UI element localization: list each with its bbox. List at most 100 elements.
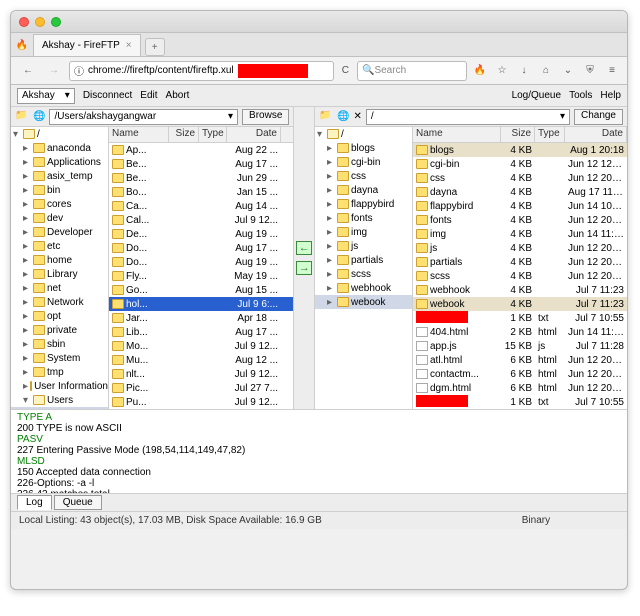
remote-path-field[interactable]: / ▾	[366, 109, 570, 125]
disclosure-icon[interactable]: ▸	[327, 227, 335, 238]
file-row[interactable]: Bo...Jan 15 ...	[109, 185, 293, 199]
disclosure-icon[interactable]: ▸	[327, 269, 335, 280]
file-row[interactable]: Be...Aug 17 ...	[109, 157, 293, 171]
file-row[interactable]: blogs4 KBAug 1 20:18	[413, 143, 627, 157]
info-icon[interactable]: ⓘ	[74, 63, 84, 78]
file-row[interactable]: 1 KBtxtJul 7 10:55	[413, 311, 627, 325]
log-panel[interactable]: TYPE A200 TYPE is now ASCII PASV227 Ente…	[11, 409, 627, 493]
col-date[interactable]: Date	[565, 127, 627, 142]
tree-item[interactable]: ▸private	[11, 323, 108, 337]
tree-item[interactable]: ▸User Information	[11, 379, 108, 393]
tree-item[interactable]: ▸dayna	[315, 183, 412, 197]
tree-root[interactable]: ▾/	[11, 127, 108, 141]
disclosure-icon[interactable]: ▸	[23, 283, 31, 294]
disclosure-icon[interactable]: ▸	[327, 185, 335, 196]
col-name[interactable]: Name	[413, 127, 501, 142]
remote-tree[interactable]: ▾/▸blogs▸cgi-bin▸css▸dayna▸flappybird▸fo…	[315, 127, 413, 409]
disclosure-icon[interactable]: ▸	[23, 339, 31, 350]
shield-icon[interactable]: ⛨	[581, 62, 599, 80]
disclosure-icon[interactable]: ▸	[23, 353, 31, 364]
disclosure-icon[interactable]: ▸	[23, 213, 31, 224]
file-row[interactable]: atl.html6 KBhtmlJun 12 20:31	[413, 353, 627, 367]
tree-item[interactable]: ▸anaconda	[11, 141, 108, 155]
tree-item[interactable]: ▸opt	[11, 309, 108, 323]
file-row[interactable]: Jar...Apr 18 ...	[109, 311, 293, 325]
upload-arrow-button[interactable]: →	[296, 261, 312, 275]
minimize-window-button[interactable]	[35, 17, 45, 27]
disclosure-icon[interactable]: ▸	[23, 171, 31, 182]
close-window-button[interactable]	[19, 17, 29, 27]
file-row[interactable]: Fly...May 19 ...	[109, 269, 293, 283]
tree-item[interactable]: ▸Network	[11, 295, 108, 309]
disclosure-icon[interactable]: ▸	[23, 311, 31, 322]
queue-tab[interactable]: Queue	[54, 495, 102, 510]
disclosure-icon[interactable]: ▸	[327, 171, 335, 182]
tree-item[interactable]: ▸System	[11, 351, 108, 365]
change-button[interactable]: Change	[574, 109, 623, 125]
search-field[interactable]: 🔍 Search	[357, 61, 467, 81]
zoom-window-button[interactable]	[51, 17, 61, 27]
tree-item[interactable]: ▸net	[11, 281, 108, 295]
disclosure-icon[interactable]: ▸	[327, 297, 335, 308]
file-row[interactable]: De...Aug 19 ...	[109, 227, 293, 241]
file-row[interactable]: 404.html2 KBhtmlJun 14 11:36	[413, 325, 627, 339]
tree-item[interactable]: ▸asix_temp	[11, 169, 108, 183]
tree-item[interactable]: ▸cores	[11, 197, 108, 211]
tree-item[interactable]: ▸blogs	[315, 141, 412, 155]
file-row[interactable]: app.js15 KBjsJul 7 11:28	[413, 339, 627, 353]
col-date[interactable]: Date	[227, 127, 281, 142]
tree-item[interactable]: ▸bin	[11, 183, 108, 197]
file-row[interactable]: partials4 KBJun 12 20:31	[413, 255, 627, 269]
disclosure-icon[interactable]: ▸	[23, 255, 31, 266]
help-button[interactable]: Help	[600, 90, 621, 101]
disclosure-icon[interactable]: ▸	[23, 381, 28, 392]
disclosure-icon[interactable]: ▸	[327, 199, 335, 210]
tree-item[interactable]: ▸sbin	[11, 337, 108, 351]
disclosure-icon[interactable]: ▸	[23, 143, 31, 154]
file-row[interactable]: Pic...Jul 27 7...	[109, 381, 293, 395]
globe-icon[interactable]: 🌐	[33, 111, 45, 122]
disclosure-icon[interactable]: ▸	[23, 241, 31, 252]
download-arrow-button[interactable]: ←	[296, 241, 312, 255]
tree-item[interactable]: ▾Users	[11, 393, 108, 407]
edit-button[interactable]: Edit	[140, 90, 157, 101]
file-row[interactable]: Pu...Jul 9 12...	[109, 395, 293, 409]
file-row[interactable]: Be...Jun 29 ...	[109, 171, 293, 185]
tree-item[interactable]: ▸akshaygangwar	[11, 407, 108, 409]
bookmark-icon[interactable]: ☆	[493, 62, 511, 80]
tree-root[interactable]: ▾/	[315, 127, 412, 141]
forward-button[interactable]: →	[43, 61, 65, 81]
back-button[interactable]: ←	[17, 61, 39, 81]
file-row[interactable]: fonts4 KBJun 12 20:31	[413, 213, 627, 227]
file-row[interactable]: css4 KBJun 12 20:31	[413, 171, 627, 185]
menu-icon[interactable]: ≡	[603, 62, 621, 80]
pocket-icon[interactable]: ⌄	[559, 62, 577, 80]
cancel-icon[interactable]: ✕	[353, 111, 361, 122]
disconnect-button[interactable]: Disconnect	[83, 90, 132, 101]
tree-item[interactable]: ▸tmp	[11, 365, 108, 379]
file-row[interactable]: dgm.html6 KBhtmlJun 12 20:25	[413, 381, 627, 395]
file-row[interactable]: Mu...Aug 12 ...	[109, 353, 293, 367]
file-row[interactable]: Do...Aug 19 ...	[109, 255, 293, 269]
file-row[interactable]: cgi-bin4 KBJun 12 12:20	[413, 157, 627, 171]
log-tab[interactable]: Log	[17, 495, 52, 510]
file-row[interactable]: flappybird4 KBJun 14 10:41	[413, 199, 627, 213]
disclosure-icon[interactable]: ▸	[23, 297, 31, 308]
disclosure-icon[interactable]: ▸	[33, 409, 38, 410]
col-size[interactable]: Size	[501, 127, 535, 142]
file-row[interactable]: dayna4 KBAug 17 11:46	[413, 185, 627, 199]
col-name[interactable]: Name	[109, 127, 169, 142]
tools-button[interactable]: Tools	[569, 90, 592, 101]
tree-item[interactable]: ▸webook	[315, 295, 412, 309]
tree-item[interactable]: ▸dev	[11, 211, 108, 225]
file-row[interactable]: Ap...Aug 22 ...	[109, 143, 293, 157]
file-row[interactable]: nlt...Jul 9 12...	[109, 367, 293, 381]
close-tab-icon[interactable]: ×	[126, 40, 132, 51]
file-row[interactable]: Do...Aug 17 ...	[109, 241, 293, 255]
tree-item[interactable]: ▸js	[315, 239, 412, 253]
file-row[interactable]: hol...Jul 9 6:...	[109, 297, 293, 311]
col-size[interactable]: Size	[169, 127, 199, 142]
col-type[interactable]: Type	[535, 127, 565, 142]
disclosure-icon[interactable]: ▸	[23, 227, 31, 238]
file-row[interactable]: 1 KBtxtJul 7 10:55	[413, 395, 627, 409]
